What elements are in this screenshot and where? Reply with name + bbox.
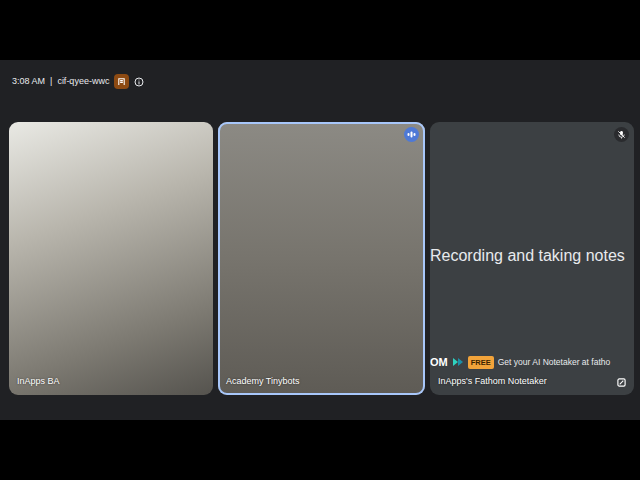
brand-name: OM: [430, 354, 448, 371]
muted-mic-icon: [614, 127, 629, 142]
bot-promo-bar: OM FREE Get your AI Notetaker at fatho: [430, 354, 634, 371]
participant-tile[interactable]: Recording and taking notes OM FREE Get your…: [430, 122, 634, 395]
participant-name: Academy Tinybots: [226, 375, 300, 389]
bottom-letterbox: [0, 420, 640, 480]
participant-name: InApps's Fathom Notetaker: [438, 375, 547, 389]
info-icon[interactable]: [134, 77, 144, 87]
call-stage: 3:08 AM | cif-qyee-wwc InApps BA Academy Ti…: [0, 60, 640, 420]
promo-text: Get your AI Notetaker at fatho: [498, 356, 610, 369]
pin-icon[interactable]: [617, 378, 626, 387]
top-letterbox: [0, 0, 640, 60]
participant-tile[interactable]: InApps BA: [9, 122, 213, 395]
participant-tile[interactable]: Academy Tinybots: [218, 122, 425, 395]
participant-grid: InApps BA Academy Tinybots Recording and t…: [9, 122, 634, 395]
participant-name: InApps BA: [17, 375, 60, 389]
header-separator: |: [50, 75, 52, 89]
host-controls-icon[interactable]: [114, 74, 129, 89]
meeting-header: 3:08 AM | cif-qyee-wwc: [9, 60, 634, 94]
fathom-logo-icon: [452, 357, 464, 367]
bot-status-text: Recording and taking notes: [430, 246, 634, 265]
speaking-icon: [404, 127, 419, 142]
free-badge: FREE: [468, 356, 494, 369]
meeting-time: 3:08 AM: [12, 75, 45, 89]
meeting-code: cif-qyee-wwc: [57, 75, 109, 89]
